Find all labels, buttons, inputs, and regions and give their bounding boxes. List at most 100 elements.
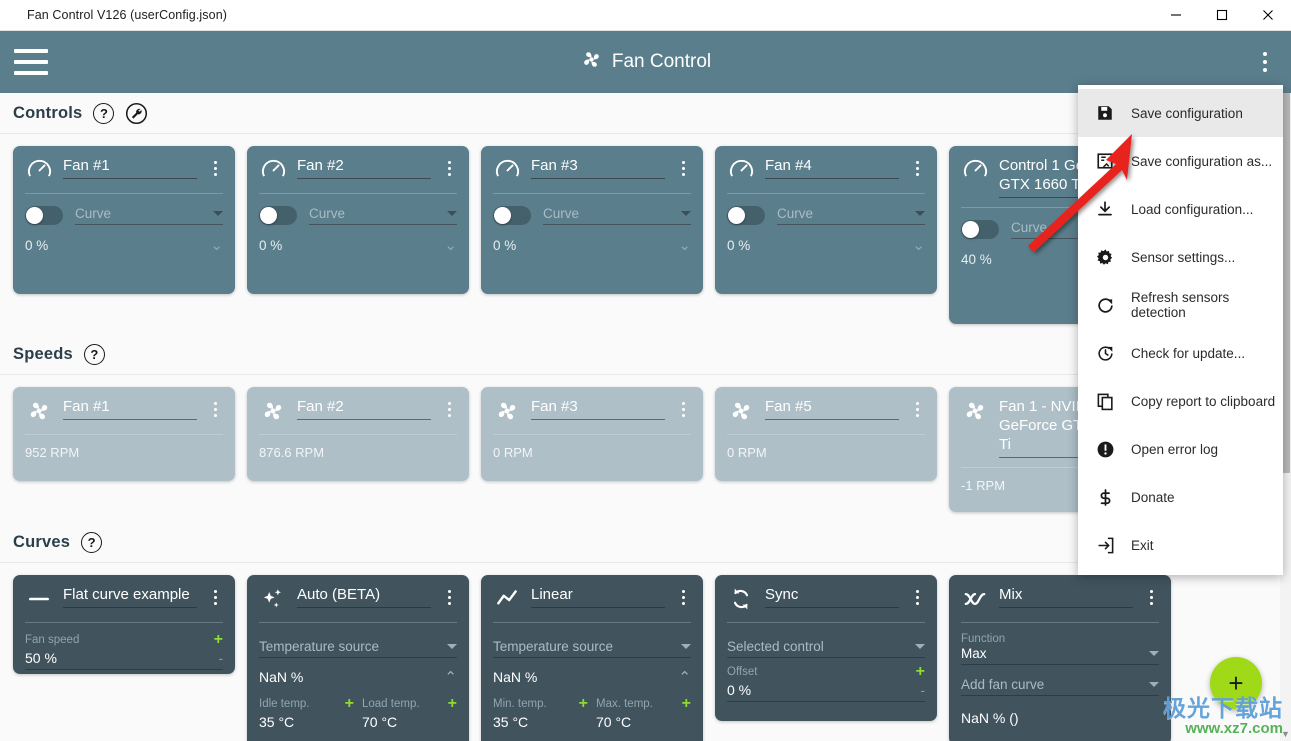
temperature-source-select[interactable]: Temperature source [259,639,457,658]
card-menu-button[interactable] [675,397,691,417]
wrench-icon[interactable] [125,102,148,125]
curve-card[interactable]: Flat curve example Fan speed + 50 % - [13,575,235,674]
card-menu-button[interactable] [207,397,223,417]
card-menu-button[interactable] [441,156,457,176]
chevron-down-icon [447,644,457,649]
menu-item-sensor-settings[interactable]: Sensor settings... [1078,233,1283,281]
menu-item-save-configuration-as[interactable]: Save configuration as... [1078,137,1283,185]
curve-select[interactable]: Curve [543,206,691,225]
add-button[interactable]: + [1210,657,1262,709]
fan-speed-value[interactable]: 50 % [25,650,57,666]
menu-item-save-configuration[interactable]: Save configuration [1078,89,1283,137]
selected-control-select[interactable]: Selected control [727,639,925,658]
curve-name-field[interactable]: Sync [765,585,899,608]
increment-button[interactable]: + [448,696,457,712]
increment-button[interactable]: + [916,664,925,680]
curve-select[interactable]: Curve [777,206,925,225]
curve-name-field[interactable]: Flat curve example [63,585,197,608]
add-fan-curve-select[interactable]: Add fan curve [961,677,1159,696]
card-menu-button[interactable] [909,397,925,417]
idle-temp-value[interactable]: 35 °C [259,714,294,730]
scroll-down-arrow-icon[interactable]: ▼ [1280,727,1291,741]
speed-name-field[interactable]: Fan #2 [297,397,431,420]
temperature-source-select[interactable]: Temperature source [493,639,691,658]
control-name-field[interactable]: Fan #4 [765,156,899,179]
minimize-button[interactable] [1153,0,1199,31]
card-menu-button[interactable] [675,156,691,176]
collapse-chevron-icon[interactable]: ⌃ [678,670,691,685]
menu-item-donate[interactable]: Donate [1078,473,1283,521]
temperature-source-value: Temperature source [493,639,614,654]
help-icon[interactable]: ? [83,343,105,365]
increment-button[interactable]: + [579,696,588,712]
curve-select[interactable]: Curve [309,206,457,225]
menu-item-check-for-update[interactable]: Check for update... [1078,329,1283,377]
control-enable-toggle[interactable] [493,206,531,225]
curve-name-field[interactable]: Mix [999,585,1133,608]
min-temp-value[interactable]: 35 °C [493,714,528,730]
speed-name-field[interactable]: Fan #5 [765,397,899,420]
increment-button[interactable]: + [682,696,691,712]
card-menu-button[interactable] [207,585,223,605]
card-menu-button[interactable] [909,156,925,176]
menu-item-copy-report-to-clipboard[interactable]: Copy report to clipboard [1078,377,1283,425]
card-menu-button[interactable] [1143,585,1159,605]
control-name-field[interactable]: Fan #1 [63,156,197,179]
control-enable-toggle[interactable] [727,206,765,225]
curve-card[interactable]: Auto (BETA) Temperature source NaN % ⌃ I… [247,575,469,741]
card-header: Fan #4 [727,156,925,184]
control-enable-toggle[interactable] [25,206,63,225]
control-enable-toggle[interactable] [259,206,297,225]
control-card[interactable]: Fan #3 Curve 0 % ⌄ [481,146,703,294]
curve-card[interactable]: Linear Temperature source NaN % ⌃ Min. t… [481,575,703,741]
menu-item-exit[interactable]: Exit [1078,521,1283,569]
control-name-field[interactable]: Fan #3 [531,156,665,179]
menu-item-refresh-sensors-detection[interactable]: Refresh sensors detection [1078,281,1283,329]
menu-item-open-error-log[interactable]: Open error log [1078,425,1283,473]
card-menu-button[interactable] [207,156,223,176]
offset-value[interactable]: 0 % [727,682,751,698]
card-menu-button[interactable] [909,585,925,605]
help-icon[interactable]: ? [93,102,115,124]
card-menu-button[interactable] [675,585,691,605]
hamburger-icon[interactable] [14,49,48,75]
curve-select[interactable]: Curve [75,206,223,225]
control-card[interactable]: Fan #1 Curve 0 % ⌄ [13,146,235,294]
control-enable-toggle[interactable] [961,220,999,239]
divider [727,434,925,435]
expand-chevron-icon[interactable]: ⌄ [444,238,457,253]
curve-card[interactable]: Sync Selected control Offset + 0 % - [715,575,937,721]
function-select[interactable]: Max [961,646,1159,665]
overflow-menu-button[interactable] [1253,46,1277,78]
close-button[interactable] [1245,0,1291,31]
max-temp-value[interactable]: 70 °C [596,714,631,730]
increment-button[interactable]: + [345,696,354,712]
speed-name-field[interactable]: Fan #3 [531,397,665,420]
load-temp-value[interactable]: 70 °C [362,714,397,730]
control-card[interactable]: Fan #4 Curve 0 % ⌄ [715,146,937,294]
curve-name-field[interactable]: Linear [531,585,665,608]
curve-card[interactable]: Mix Function Max Add fan curve NaN % () [949,575,1171,741]
decrement-button[interactable]: - [920,683,925,697]
menu-item-load-configuration[interactable]: Load configuration... [1078,185,1283,233]
speed-card[interactable]: Fan #5 0 RPM [715,387,937,481]
collapse-chevron-icon[interactable]: ⌃ [444,670,457,685]
card-menu-button[interactable] [441,585,457,605]
decrement-button[interactable]: - [218,651,223,665]
card-menu-button[interactable] [441,397,457,417]
speed-name-field[interactable]: Fan #1 [63,397,197,420]
speed-card[interactable]: Fan #2 876.6 RPM [247,387,469,481]
expand-chevron-icon[interactable]: ⌄ [678,238,691,253]
help-icon[interactable]: ? [81,531,103,553]
menu-item-label: Refresh sensors detection [1131,290,1230,320]
expand-chevron-icon[interactable]: ⌄ [912,238,925,253]
speed-card[interactable]: Fan #3 0 RPM [481,387,703,481]
speed-card[interactable]: Fan #1 952 RPM [13,387,235,481]
curve-name-field[interactable]: Auto (BETA) [297,585,431,608]
control-name-field[interactable]: Fan #2 [297,156,431,179]
increment-button[interactable]: + [214,632,223,648]
fan-icon [727,397,755,425]
maximize-button[interactable] [1199,0,1245,31]
control-card[interactable]: Fan #2 Curve 0 % ⌄ [247,146,469,294]
expand-chevron-icon[interactable]: ⌄ [210,238,223,253]
